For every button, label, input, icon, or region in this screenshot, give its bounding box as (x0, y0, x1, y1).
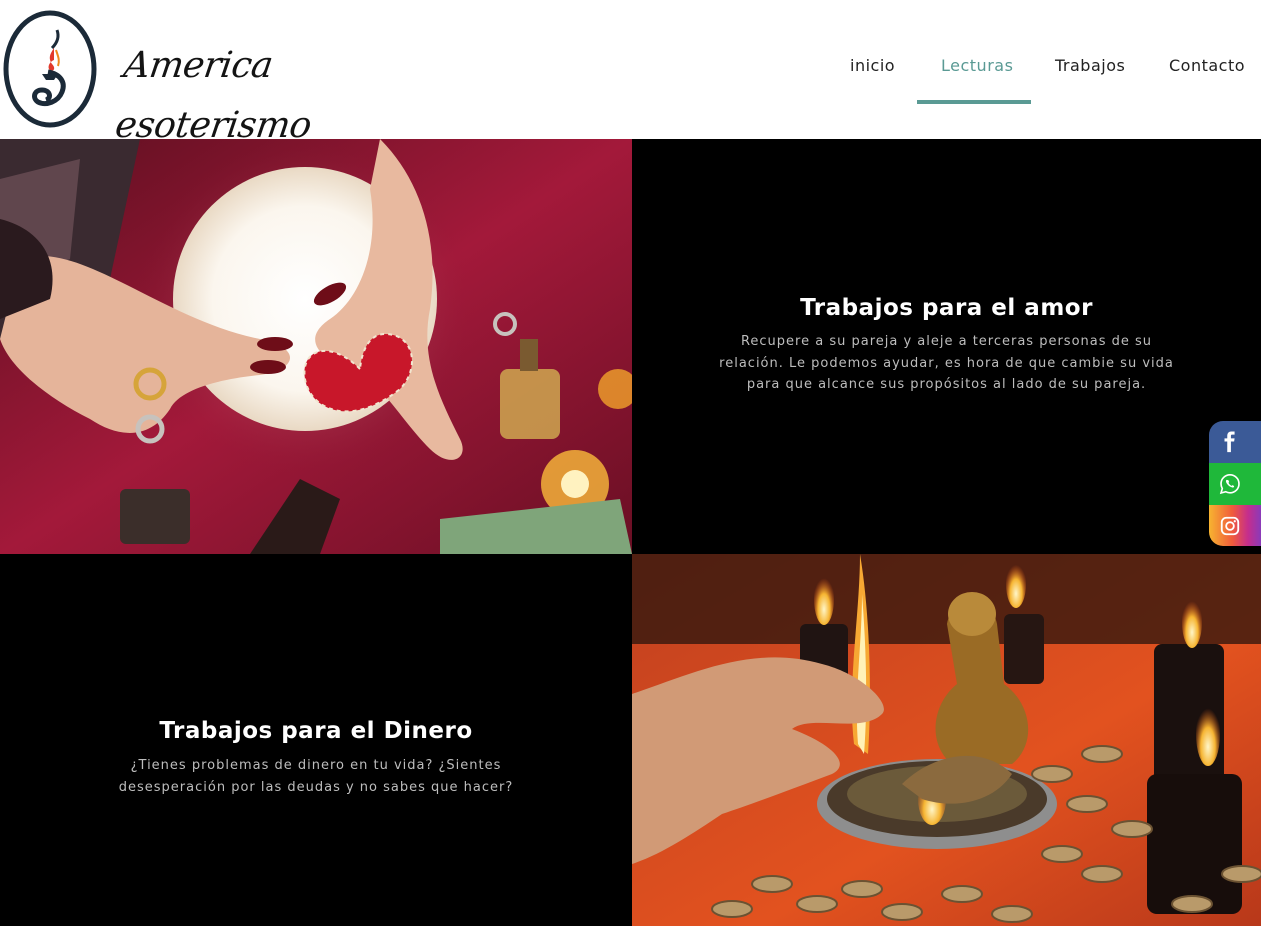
money-works-section: Trabajos para el Dinero ¿Tienes problema… (0, 554, 632, 926)
love-ritual-image (0, 139, 632, 554)
nav-item-lecturas[interactable]: Lecturas (941, 56, 1013, 84)
facebook-button[interactable] (1209, 421, 1261, 463)
nav-active-indicator (917, 100, 1031, 104)
money-ritual-image (632, 554, 1261, 926)
love-works-section: Trabajos para el amor Recupere a su pare… (632, 139, 1261, 554)
money-works-description: ¿Tienes problemas de dinero en tu vida? … (118, 758, 514, 795)
money-works-heading: Trabajos para el Dinero (159, 718, 473, 744)
social-bar (1209, 421, 1261, 546)
love-works-heading: Trabajos para el amor (800, 295, 1093, 321)
nav-item-contacto[interactable]: Contacto (1169, 56, 1245, 84)
whatsapp-button[interactable] (1209, 463, 1261, 505)
love-works-description: Recupere a su pareja y aleje a terceras … (719, 334, 1174, 392)
site-header: America esoterismo inicio Lecturas Traba… (0, 0, 1261, 146)
instagram-button[interactable] (1209, 505, 1261, 546)
facebook-icon (1224, 431, 1235, 453)
nav-item-inicio[interactable]: inicio (850, 56, 895, 84)
instagram-icon (1220, 516, 1240, 535)
nav-item-trabajos[interactable]: Trabajos (1055, 56, 1125, 84)
whatsapp-icon (1219, 474, 1240, 495)
brand-title[interactable]: America esoterismo (113, 36, 468, 146)
logo-icon[interactable] (2, 10, 98, 128)
